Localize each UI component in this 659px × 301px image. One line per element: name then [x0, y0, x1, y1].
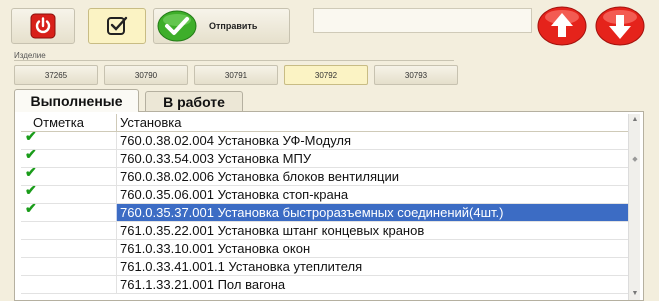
product-button-1[interactable]: 37265 — [14, 65, 98, 85]
product-button-3[interactable]: 30791 — [194, 65, 278, 85]
product-button-4[interactable]: 30792 — [284, 65, 368, 85]
green-check-icon — [157, 10, 197, 42]
table-row[interactable]: ✔ 760.0.33.54.003 Установка МПУ — [21, 146, 628, 168]
move-down-button[interactable] — [595, 6, 645, 46]
table-row[interactable]: 761.0.35.22.001 Установка штанг концевых… — [21, 222, 628, 240]
power-button[interactable] — [11, 8, 75, 44]
installation-cell: 761.1.33.21.001 Пол вагона — [120, 277, 286, 292]
send-button-label: Отправить — [209, 21, 258, 31]
mark-cell[interactable] — [21, 276, 117, 293]
installation-cell: 760.0.38.02.006 Установка блоков вентиля… — [120, 169, 400, 184]
table-body: ✔ 760.0.38.02.004 Установка УФ-Модуля ✔ 760… — [21, 128, 628, 294]
table-header: Отметка Установка — [21, 114, 628, 132]
send-button[interactable]: Отправить — [153, 8, 290, 44]
check-icon: ✔ — [25, 146, 37, 162]
scroll-up-icon[interactable]: ▲ — [629, 114, 641, 126]
column-header-installation[interactable]: Установка — [117, 114, 628, 131]
scroll-thumb[interactable]: ◆ — [631, 154, 639, 166]
installation-cell: 760.0.35.37.001 Установка быстроразъемны… — [117, 204, 628, 221]
installation-cell: 761.0.35.22.001 Установка штанг концевых… — [120, 223, 425, 238]
installation-cell: 761.0.33.41.001.1 Установка утеплителя — [120, 259, 363, 274]
installation-cell: 760.0.33.54.003 Установка МПУ — [120, 151, 312, 166]
installations-table: Отметка Установка ✔ 760.0.38.02.004 Устан… — [14, 111, 644, 301]
mark-cell[interactable] — [21, 240, 117, 257]
installation-cell: 760.0.35.06.001 Установка стоп-крана — [120, 187, 349, 202]
arrow-down-icon — [595, 6, 645, 46]
product-group-divider — [14, 60, 454, 61]
check-icon: ✔ — [25, 164, 37, 180]
message-field[interactable] — [313, 8, 532, 33]
installation-cell: 761.0.33.10.001 Установка окон — [120, 241, 311, 256]
mark-complete-button[interactable] — [88, 8, 146, 44]
check-icon: ✔ — [25, 200, 37, 216]
product-group-label: Изделие — [14, 51, 49, 60]
table-row[interactable]: 761.1.33.21.001 Пол вагона — [21, 276, 628, 294]
check-icon: ✔ — [25, 182, 37, 198]
mark-cell[interactable]: ✔ — [21, 200, 117, 221]
table-row[interactable]: ✔ 760.0.35.06.001 Установка стоп-крана — [21, 182, 628, 204]
scroll-down-icon[interactable]: ▼ — [629, 288, 641, 300]
tab-in-progress[interactable]: В работе — [145, 91, 243, 111]
check-icon: ✔ — [25, 128, 37, 144]
checkbox-icon — [107, 16, 128, 35]
table-row[interactable]: ✔ 760.0.38.02.004 Установка УФ-Модуля — [21, 128, 628, 150]
table-row[interactable]: ✔ 760.0.35.37.001 Установка быстроразъемн… — [21, 200, 628, 222]
arrow-up-icon — [537, 6, 587, 46]
installation-cell: 760.0.38.02.004 Установка УФ-Модуля — [120, 133, 352, 148]
table-row[interactable]: ✔ 760.0.38.02.006 Установка блоков вентил… — [21, 164, 628, 186]
product-button-2[interactable]: 30790 — [104, 65, 188, 85]
mark-cell[interactable] — [21, 222, 117, 239]
move-up-button[interactable] — [537, 6, 587, 46]
vertical-scrollbar[interactable]: ▲ ◆ ▼ — [628, 114, 640, 300]
table-row[interactable]: 761.0.33.10.001 Установка окон — [21, 240, 628, 258]
mark-cell[interactable] — [21, 258, 117, 275]
tab-completed[interactable]: Выполненые — [14, 89, 139, 112]
power-icon — [30, 13, 56, 39]
table-row[interactable]: 761.0.33.41.001.1 Установка утеплителя — [21, 258, 628, 276]
product-button-5[interactable]: 30793 — [374, 65, 458, 85]
